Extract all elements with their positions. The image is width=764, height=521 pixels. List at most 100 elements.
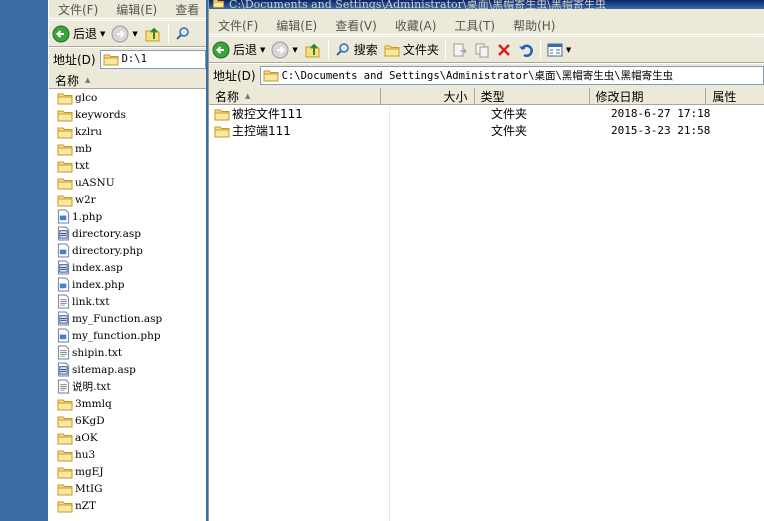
list-item[interactable]: sitemap.asp: [49, 361, 206, 378]
list-item-name: 3mmlq: [75, 397, 112, 410]
forward-button[interactable]: ▼: [268, 39, 300, 61]
list-item[interactable]: mb: [49, 140, 206, 157]
list-item[interactable]: directory.asp: [49, 225, 206, 242]
search-icon: [336, 42, 349, 56]
delete-button[interactable]: [493, 39, 515, 61]
cell-modified: 2018-6-27 17:18: [611, 107, 711, 120]
list-item[interactable]: 说明.txt: [49, 378, 206, 395]
list-item-name: index.php: [72, 278, 125, 291]
php-file-icon: [57, 328, 70, 343]
cell-name: 主控端111: [209, 122, 387, 139]
list-item[interactable]: mgEJ: [49, 463, 206, 480]
address-input[interactable]: C:\Documents and Settings\Administrator\…: [259, 65, 764, 85]
list-item-name: mb: [75, 142, 92, 155]
up-folder-icon: [145, 27, 160, 41]
copy-to-button[interactable]: [471, 39, 493, 61]
folder-icon: [57, 176, 73, 190]
list-item[interactable]: nZT: [49, 497, 206, 514]
left-search-button[interactable]: [172, 23, 194, 45]
column-header-attributes[interactable]: 属性: [706, 88, 764, 104]
list-item[interactable]: 3mmlq: [49, 395, 206, 412]
left-up-folder-button[interactable]: [141, 23, 165, 45]
folder-icon: [57, 125, 73, 139]
list-item[interactable]: txt: [49, 157, 206, 174]
folder-icon: [57, 482, 73, 496]
column-header-modified[interactable]: 修改日期: [590, 88, 707, 104]
delete-icon: [497, 43, 510, 56]
left-toolbar: 后退 ▼ ▼: [49, 20, 206, 47]
list-item[interactable]: hu3: [49, 446, 206, 463]
column-attributes-label: 属性: [712, 89, 737, 104]
left-forward-button[interactable]: ▼: [108, 23, 140, 45]
cell-name: 被控文件111: [209, 105, 387, 122]
table-row[interactable]: 主控端111 文件夹 2015-3-23 21:58: [209, 122, 764, 139]
list-item[interactable]: MtIG: [49, 480, 206, 497]
list-item[interactable]: shipin.txt: [49, 344, 206, 361]
left-file-list: 名称 ▲ glco keywords kzlru mb txt uASNU w2r 1.php…: [49, 72, 206, 521]
up-folder-button[interactable]: [301, 39, 325, 61]
row-name: 主控端111: [232, 124, 291, 138]
list-item[interactable]: link.txt: [49, 293, 206, 310]
left-list-header: 名称 ▲: [49, 72, 206, 89]
chevron-down-icon[interactable]: ▼: [260, 46, 265, 54]
list-item[interactable]: kzlru: [49, 123, 206, 140]
left-address-label: 地址(D): [53, 52, 96, 67]
views-button[interactable]: ▼: [544, 39, 574, 61]
list-item[interactable]: w2r: [49, 191, 206, 208]
folder-icon: [57, 193, 73, 207]
column-header-type[interactable]: 类型: [475, 88, 590, 104]
move-to-button[interactable]: [449, 39, 471, 61]
list-item[interactable]: my_Function.asp: [49, 310, 206, 327]
menu-tools[interactable]: 工具(T): [445, 17, 504, 34]
list-item[interactable]: index.php: [49, 276, 206, 293]
list-item[interactable]: index.asp: [49, 259, 206, 276]
folder-icon: [103, 52, 119, 66]
toolbar-separator: [327, 39, 329, 60]
column-header-name[interactable]: 名称 ▲: [209, 88, 382, 104]
column-header-size[interactable]: 大小: [381, 88, 475, 104]
folders-button[interactable]: 文件夹: [381, 39, 442, 61]
left-back-button[interactable]: 后退 ▼: [49, 23, 108, 45]
text-file-icon: [57, 294, 70, 309]
right-list-header: 名称 ▲ 大小 类型 修改日期 属性: [209, 88, 764, 105]
list-item[interactable]: 1.php: [49, 208, 206, 225]
menu-edit[interactable]: 编辑(E): [267, 17, 326, 34]
search-button[interactable]: 搜索: [332, 39, 381, 61]
list-item[interactable]: uASNU: [49, 174, 206, 191]
cell-type: 文件夹: [491, 124, 528, 138]
list-item-name: kzlru: [75, 125, 103, 138]
left-menu-edit[interactable]: 编辑(E): [107, 1, 166, 18]
list-item[interactable]: glco: [49, 89, 206, 106]
menu-file[interactable]: 文件(F): [209, 17, 267, 34]
right-file-list: 名称 ▲ 大小 类型 修改日期 属性 被控文件111 文件夹 2018-6-27 1…: [209, 88, 764, 521]
column-name-label: 名称: [55, 73, 80, 88]
menu-view[interactable]: 查看(V): [326, 17, 386, 34]
chevron-down-icon[interactable]: ▼: [132, 30, 137, 38]
left-address-bar: 地址(D) D:\1: [49, 47, 206, 70]
toolbar-separator: [539, 39, 541, 60]
menu-help[interactable]: 帮助(H): [504, 17, 564, 34]
list-item[interactable]: directory.php: [49, 242, 206, 259]
toolbar-separator: [167, 23, 169, 44]
list-item[interactable]: keywords: [49, 106, 206, 123]
sort-ascending-icon: ▲: [85, 76, 91, 84]
list-item[interactable]: aOK: [49, 429, 206, 446]
left-menu-file[interactable]: 文件(F): [49, 1, 107, 18]
php-file-icon: [57, 243, 70, 258]
list-item[interactable]: my_function.php: [49, 327, 206, 344]
back-button[interactable]: 后退 ▼: [209, 39, 268, 61]
chevron-down-icon[interactable]: ▼: [100, 30, 105, 38]
row-name: 被控文件111: [232, 107, 303, 121]
window-title: C:\Documents and Settings\Administrator\…: [229, 0, 607, 9]
left-menu-view[interactable]: 查看: [166, 1, 206, 18]
column-header-name[interactable]: 名称 ▲: [49, 72, 206, 88]
table-row[interactable]: 被控文件111 文件夹 2018-6-27 17:18: [209, 105, 764, 122]
undo-button[interactable]: [515, 39, 537, 61]
list-item[interactable]: 6KgD: [49, 412, 206, 429]
left-address-input[interactable]: D:\1: [99, 49, 206, 69]
list-item-name: glco: [75, 91, 98, 104]
chevron-down-icon[interactable]: ▼: [566, 46, 571, 54]
chevron-down-icon[interactable]: ▼: [292, 46, 297, 54]
menu-favorites[interactable]: 收藏(A): [386, 17, 446, 34]
up-folder-icon: [305, 43, 320, 57]
